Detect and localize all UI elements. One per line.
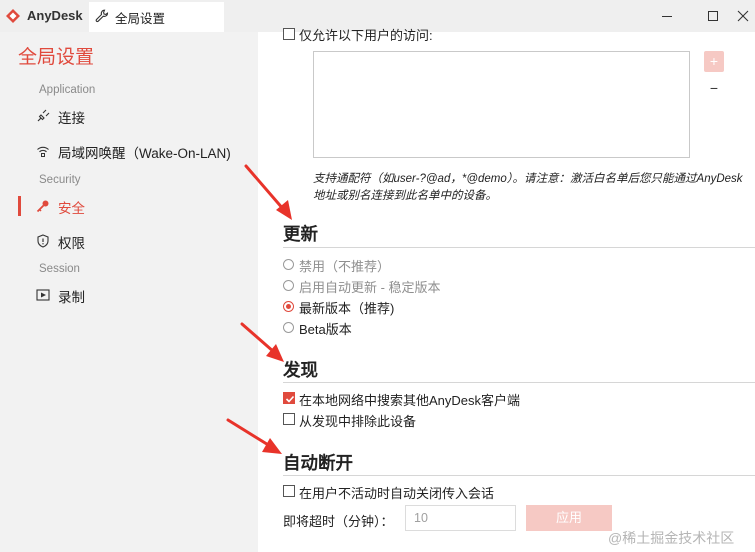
sidebar-item-connection[interactable]: 连接 [0,101,258,131]
radio-selected[interactable] [283,301,294,312]
section-label-session: Session [39,263,80,275]
record-icon [36,289,50,301]
sidebar: 全局设置 Application 连接 局域网唤醒（Wake-On-LAN) S… [0,32,258,552]
whitelist-box[interactable] [313,51,690,158]
annotation-arrow-icon [244,164,292,220]
add-entry-button[interactable]: + [704,51,724,72]
sidebar-item-permissions[interactable]: 权限 [0,226,258,256]
maximize-icon [708,11,718,21]
discovery-option-label: 在本地网络中搜索其他AnyDesk客户端 [299,393,521,408]
autodisconnect-option-label: 在用户不活动时自动关闭传入会话 [299,486,495,501]
timeout-input[interactable]: 10 [405,505,516,531]
key-icon [36,200,49,213]
radio [283,280,294,291]
anydesk-logo-icon [6,9,20,23]
tab-global-settings[interactable]: 全局设置 [89,2,224,32]
tab-label: 全局设置 [115,12,166,26]
main-panel: 仅允许以下用户的访问: + − 支持通配符（如user-?@ad，*@demo）… [258,28,755,552]
active-indicator [18,196,21,216]
sidebar-item-label: 权限 [58,236,85,251]
maximize-button[interactable] [705,8,721,24]
sidebar-item-recording[interactable]: 录制 [0,280,258,310]
wrench-icon [95,9,109,23]
close-icon [737,10,749,22]
discovery-option-label: 从发现中排除此设备 [299,414,417,429]
update-option-label: 最新版本（推荐) [299,301,395,316]
close-button[interactable] [735,8,751,24]
autodisconnect-heading: 自动断开 [283,453,353,473]
wildcard-hint: 支持通配符（如user-?@ad，*@demo）。请注意：激活白名单后您只能通过… [313,171,753,205]
sidebar-item-label: 安全 [58,201,85,216]
access-whitelist-checkbox[interactable] [283,28,295,40]
divider [283,475,755,476]
sidebar-item-security[interactable]: 安全 [0,191,258,221]
shield-icon [37,234,49,248]
update-option-label: 禁用（不推荐） [299,259,391,274]
minimize-button[interactable] [659,8,675,24]
sidebar-item-wake-on-lan[interactable]: 局域网唤醒（Wake-On-LAN) [0,136,258,166]
sidebar-item-label: 连接 [58,111,85,126]
apply-button[interactable]: 应用 [526,505,612,531]
section-label-security: Security [39,174,81,186]
wildcard-hint-line: 地址或别名连接到此名单中的设备。 [313,190,497,202]
annotation-arrow-icon [240,322,284,362]
update-option-label: Beta版本 [299,322,352,337]
remove-entry-button[interactable]: − [704,78,724,99]
access-whitelist-label: 仅允许以下用户的访问: [299,28,433,43]
annotation-arrow-icon [226,418,282,454]
section-label-application: Application [39,84,96,96]
watermark: @稀土掘金技术社区 [608,530,735,546]
check-icon [285,395,295,403]
sidebar-item-label: 录制 [58,290,85,305]
sidebar-item-label: 局域网唤醒（Wake-On-LAN) [58,146,231,161]
timeout-label: 即将超时（分钟）： [283,514,394,529]
wifi-icon [37,146,49,157]
divider [283,247,755,248]
update-option-label: 启用自动更新 - 稳定版本 [299,280,441,295]
plug-icon [37,109,50,122]
app-name: AnyDesk [27,8,83,23]
checkbox[interactable] [283,485,295,497]
sidebar-title: 全局设置 [18,47,95,68]
radio [283,259,294,270]
minimize-icon [662,16,672,17]
checkbox-checked[interactable] [283,392,295,404]
wildcard-hint-line: 支持通配符（如user-?@ad，*@demo）。请注意：激活白名单后您只能通过… [313,173,743,185]
divider [283,382,755,383]
